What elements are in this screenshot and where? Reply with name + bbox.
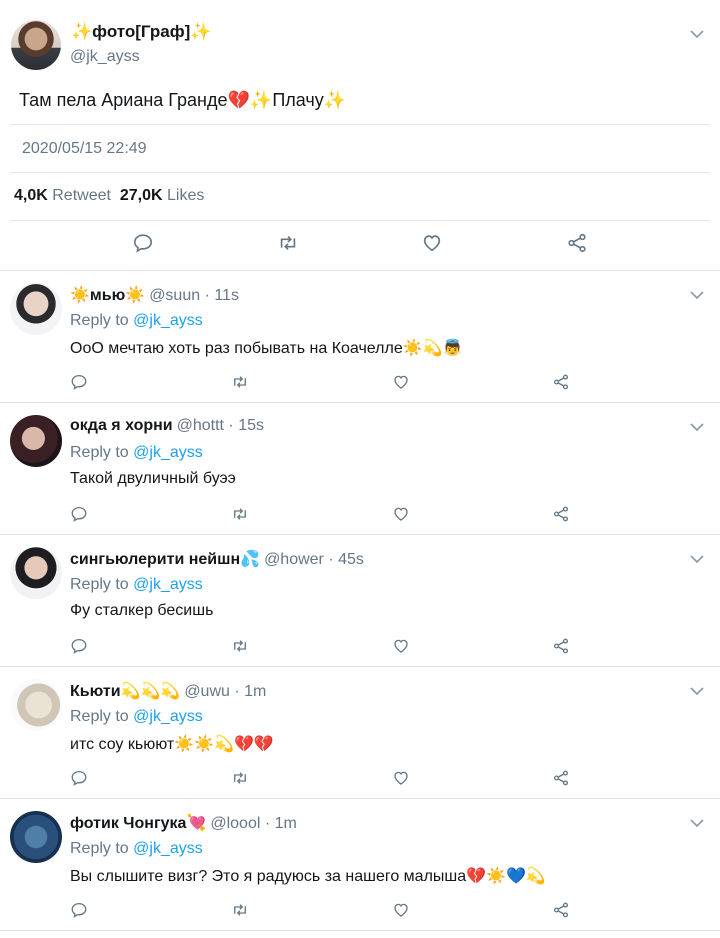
avatar[interactable]: [10, 283, 62, 335]
reply-to-label: Reply to: [70, 708, 129, 725]
share-icon[interactable]: [552, 637, 570, 655]
reply-to-line: Reply to @jk_ayss: [70, 312, 203, 330]
retweet-count[interactable]: 4,0K: [14, 187, 48, 204]
retweet-icon[interactable]: [277, 232, 299, 258]
chevron-down-icon[interactable]: [690, 27, 704, 41]
like-icon[interactable]: [392, 901, 410, 919]
retweet-icon[interactable]: [231, 901, 249, 919]
reply-tweet[interactable]: фотик Чонгука💘 @loool · 1m Reply to @jk_a…: [0, 799, 720, 931]
retweet-icon[interactable]: [231, 637, 249, 655]
like-icon[interactable]: [392, 637, 410, 655]
chevron-down-icon[interactable]: [690, 288, 704, 302]
reply-header: Кьюти💫💫💫 @uwu · 1m: [70, 681, 266, 701]
chevron-down-icon[interactable]: [690, 816, 704, 830]
reply-to-line: Reply to @jk_ayss: [70, 708, 203, 726]
reply-header: фотик Чонгука💘 @loool · 1m: [70, 813, 297, 833]
handle-and-time: @loool · 1m: [210, 815, 297, 832]
reply-icon[interactable]: [70, 505, 88, 523]
reply-to-label: Reply to: [70, 444, 129, 461]
reply-to-line: Reply to @jk_ayss: [70, 840, 203, 858]
share-icon[interactable]: [552, 901, 570, 919]
display-name[interactable]: фотик Чонгука💘: [70, 815, 206, 832]
like-icon[interactable]: [392, 505, 410, 523]
reply-to-link[interactable]: @jk_ayss: [133, 576, 203, 593]
reply-to-label: Reply to: [70, 840, 129, 857]
reply-tweet[interactable]: сингьюлерити нейшн💦 @hower · 45s Reply to…: [0, 535, 720, 667]
avatar[interactable]: [10, 811, 62, 863]
likes-count[interactable]: 27,0K: [120, 187, 163, 204]
retweet-icon[interactable]: [231, 505, 249, 523]
reply-text: Такой двуличный буээ: [70, 470, 236, 487]
user-handle[interactable]: @jk_ayss: [70, 48, 140, 66]
display-name[interactable]: ✨фото[Граф]✨: [71, 22, 211, 42]
reply-icon[interactable]: [70, 769, 88, 787]
display-name[interactable]: Кьюти💫💫💫: [70, 683, 180, 700]
share-icon[interactable]: [566, 232, 588, 258]
retweet-icon[interactable]: [231, 769, 249, 787]
avatar[interactable]: [11, 20, 61, 70]
reply-tweet[interactable]: окда я хорни @hottt · 15s Reply to @jk_ay…: [0, 403, 720, 535]
reply-tweet[interactable]: Кьюти💫💫💫 @uwu · 1m Reply to @jk_ayss итс …: [0, 667, 720, 799]
display-name[interactable]: ☀️мью☀️: [70, 287, 145, 304]
reply-to-label: Reply to: [70, 576, 129, 593]
handle-and-time: @uwu · 1m: [184, 683, 267, 700]
reply-tweet[interactable]: ☀️мью☀️ @suun · 11s Reply to @jk_ayss ОоО…: [0, 271, 720, 403]
reply-text: Вы слышите визг? Это я радуюсь за нашего…: [70, 868, 546, 885]
reply-text: итс соу кьюют☀️☀️💫💔💔: [70, 736, 274, 753]
retweet-icon[interactable]: [231, 373, 249, 391]
chevron-down-icon[interactable]: [690, 552, 704, 566]
reply-to-link[interactable]: @jk_ayss: [133, 444, 203, 461]
divider: [10, 172, 710, 173]
reply-to-link[interactable]: @jk_ayss: [133, 708, 203, 725]
like-icon[interactable]: [421, 232, 443, 258]
retweet-label[interactable]: Retweet: [52, 187, 111, 204]
like-icon[interactable]: [392, 373, 410, 391]
handle-and-time: @hower · 45s: [264, 551, 364, 568]
reply-header: ☀️мью☀️ @suun · 11s: [70, 285, 239, 305]
share-icon[interactable]: [552, 373, 570, 391]
reply-icon[interactable]: [132, 232, 154, 258]
chevron-down-icon[interactable]: [690, 684, 704, 698]
reply-to-line: Reply to @jk_ayss: [70, 576, 203, 594]
reply-to-line: Reply to @jk_ayss: [70, 444, 203, 462]
replies-list: ☀️мью☀️ @suun · 11s Reply to @jk_ayss ОоО…: [0, 271, 720, 931]
handle-and-time: @suun · 11s: [149, 287, 239, 304]
reply-header: окда я хорни @hottt · 15s: [70, 417, 264, 435]
avatar[interactable]: [10, 415, 62, 467]
reply-text: Фу сталкер бесишь: [70, 602, 214, 619]
reply-icon[interactable]: [70, 901, 88, 919]
divider: [10, 124, 710, 125]
reply-icon[interactable]: [70, 373, 88, 391]
reply-icon[interactable]: [70, 637, 88, 655]
reply-to-link[interactable]: @jk_ayss: [133, 312, 203, 329]
tweet-timestamp: 2020/05/15 22:49: [22, 140, 147, 157]
share-icon[interactable]: [552, 505, 570, 523]
main-tweet: ✨фото[Граф]✨ @jk_ayss Там пела Ариана Гр…: [0, 0, 720, 271]
avatar[interactable]: [10, 679, 62, 731]
display-name[interactable]: окда я хорни: [70, 417, 173, 434]
display-name[interactable]: сингьюлерити нейшн💦: [70, 551, 260, 568]
reply-text: ОоО мечтаю хоть раз побывать на Коачелле…: [70, 340, 463, 357]
share-icon[interactable]: [552, 769, 570, 787]
handle-and-time: @hottt · 15s: [176, 417, 264, 434]
tweet-stats: 4,0K Retweet 27,0K Likes: [14, 187, 204, 205]
tweet-text: Там пела Ариана Гранде💔✨Плачу✨: [19, 90, 347, 110]
reply-to-link[interactable]: @jk_ayss: [133, 840, 203, 857]
avatar[interactable]: [10, 547, 62, 599]
reply-header: сингьюлерити нейшн💦 @hower · 45s: [70, 549, 364, 569]
like-icon[interactable]: [392, 769, 410, 787]
reply-to-label: Reply to: [70, 312, 129, 329]
divider: [10, 220, 710, 221]
likes-label[interactable]: Likes: [167, 187, 204, 204]
chevron-down-icon[interactable]: [690, 420, 704, 434]
